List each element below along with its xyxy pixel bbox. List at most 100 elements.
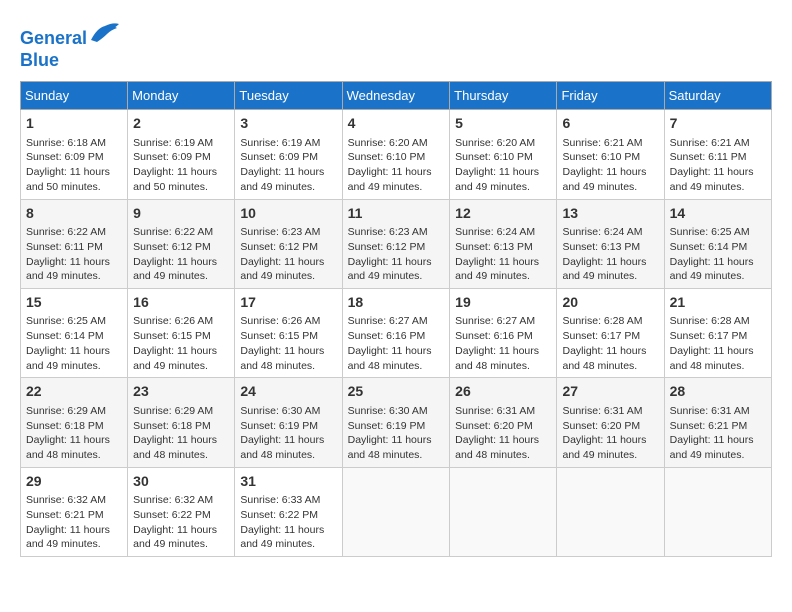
sunrise-text: Sunrise: 6:33 AM bbox=[240, 494, 320, 506]
sunrise-text: Sunrise: 6:20 AM bbox=[455, 137, 535, 149]
calendar-cell: 3Sunrise: 6:19 AMSunset: 6:09 PMDaylight… bbox=[235, 110, 342, 199]
sunset-text: Sunset: 6:21 PM bbox=[670, 420, 748, 432]
header: General Blue bbox=[20, 20, 772, 71]
calendar-cell: 8Sunrise: 6:22 AMSunset: 6:11 PMDaylight… bbox=[21, 199, 128, 288]
sunrise-text: Sunrise: 6:22 AM bbox=[26, 226, 106, 238]
daylight-text: Daylight: 11 hours and 48 minutes. bbox=[455, 345, 539, 372]
daylight-text: Daylight: 11 hours and 48 minutes. bbox=[562, 345, 646, 372]
sunset-text: Sunset: 6:19 PM bbox=[240, 420, 318, 432]
daylight-text: Daylight: 11 hours and 49 minutes. bbox=[455, 256, 539, 283]
sunrise-text: Sunrise: 6:24 AM bbox=[562, 226, 642, 238]
calendar-cell: 16Sunrise: 6:26 AMSunset: 6:15 PMDayligh… bbox=[128, 288, 235, 377]
day-number: 12 bbox=[455, 204, 551, 224]
sunrise-text: Sunrise: 6:20 AM bbox=[348, 137, 428, 149]
calendar-cell: 11Sunrise: 6:23 AMSunset: 6:12 PMDayligh… bbox=[342, 199, 450, 288]
day-number: 16 bbox=[133, 293, 229, 313]
calendar-cell: 31 Sunrise: 6:33 AM Sunset: 6:22 PM Dayligh… bbox=[235, 467, 342, 556]
daylight-text: Daylight: 11 hours and 49 minutes. bbox=[133, 256, 217, 283]
daylight-text: Daylight: 11 hours and 48 minutes. bbox=[455, 434, 539, 461]
weekday-sunday: Sunday bbox=[21, 82, 128, 110]
sunrise-text: Sunrise: 6:25 AM bbox=[670, 226, 750, 238]
sunrise-text: Sunrise: 6:30 AM bbox=[240, 405, 320, 417]
day-number: 21 bbox=[670, 293, 766, 313]
calendar-cell: 1Sunrise: 6:18 AMSunset: 6:09 PMDaylight… bbox=[21, 110, 128, 199]
calendar-cell: 29Sunrise: 6:32 AMSunset: 6:21 PMDayligh… bbox=[21, 467, 128, 556]
day-number: 28 bbox=[670, 382, 766, 402]
sunset-text: Sunset: 6:14 PM bbox=[26, 330, 104, 342]
calendar-cell: 22Sunrise: 6:29 AMSunset: 6:18 PMDayligh… bbox=[21, 378, 128, 467]
sunset-text: Sunset: 6:22 PM bbox=[240, 509, 318, 521]
sunset-text: Sunset: 6:14 PM bbox=[670, 241, 748, 253]
sunset-text: Sunset: 6:20 PM bbox=[455, 420, 533, 432]
day-number: 31 bbox=[240, 472, 336, 492]
calendar-cell: 27Sunrise: 6:31 AMSunset: 6:20 PMDayligh… bbox=[557, 378, 664, 467]
weekday-saturday: Saturday bbox=[664, 82, 771, 110]
sunrise-text: Sunrise: 6:23 AM bbox=[240, 226, 320, 238]
calendar-cell: 24Sunrise: 6:30 AMSunset: 6:19 PMDayligh… bbox=[235, 378, 342, 467]
daylight-text: Daylight: 11 hours and 49 minutes. bbox=[240, 256, 324, 283]
sunrise-text: Sunrise: 6:31 AM bbox=[455, 405, 535, 417]
week-row-5: 29Sunrise: 6:32 AMSunset: 6:21 PMDayligh… bbox=[21, 467, 772, 556]
day-number: 11 bbox=[348, 204, 445, 224]
sunrise-text: Sunrise: 6:31 AM bbox=[670, 405, 750, 417]
daylight-text: Daylight: 11 hours and 49 minutes. bbox=[562, 434, 646, 461]
sunset-text: Sunset: 6:13 PM bbox=[455, 241, 533, 253]
page-container: General Blue SundayMondayTuesdayWednesda… bbox=[20, 20, 772, 557]
sunset-text: Sunset: 6:18 PM bbox=[26, 420, 104, 432]
daylight-text: Daylight: 11 hours and 49 minutes. bbox=[670, 256, 754, 283]
sunrise-text: Sunrise: 6:25 AM bbox=[26, 315, 106, 327]
calendar-cell bbox=[342, 467, 450, 556]
day-number: 3 bbox=[240, 114, 336, 134]
week-row-1: 1Sunrise: 6:18 AMSunset: 6:09 PMDaylight… bbox=[21, 110, 772, 199]
sunrise-text: Sunrise: 6:23 AM bbox=[348, 226, 428, 238]
sunrise-text: Sunrise: 6:21 AM bbox=[670, 137, 750, 149]
sunset-text: Sunset: 6:10 PM bbox=[348, 151, 426, 163]
sunset-text: Sunset: 6:10 PM bbox=[562, 151, 640, 163]
daylight-text: Daylight: 11 hours and 49 minutes. bbox=[562, 166, 646, 193]
sunset-text: Sunset: 6:09 PM bbox=[133, 151, 211, 163]
weekday-tuesday: Tuesday bbox=[235, 82, 342, 110]
day-number: 29 bbox=[26, 472, 122, 492]
day-number: 6 bbox=[562, 114, 658, 134]
sunrise-text: Sunrise: 6:19 AM bbox=[133, 137, 213, 149]
week-row-2: 8Sunrise: 6:22 AMSunset: 6:11 PMDaylight… bbox=[21, 199, 772, 288]
day-number: 7 bbox=[670, 114, 766, 134]
sunrise-text: Sunrise: 6:29 AM bbox=[133, 405, 213, 417]
daylight-text: Daylight: 11 hours and 49 minutes. bbox=[240, 524, 324, 551]
sunrise-text: Sunrise: 6:31 AM bbox=[562, 405, 642, 417]
sunset-text: Sunset: 6:13 PM bbox=[562, 241, 640, 253]
sunset-text: Sunset: 6:12 PM bbox=[240, 241, 318, 253]
sunset-text: Sunset: 6:18 PM bbox=[133, 420, 211, 432]
daylight-text: Daylight: 11 hours and 50 minutes. bbox=[26, 166, 110, 193]
calendar-cell bbox=[664, 467, 771, 556]
day-number: 20 bbox=[562, 293, 658, 313]
sunrise-text: Sunrise: 6:30 AM bbox=[348, 405, 428, 417]
day-number: 14 bbox=[670, 204, 766, 224]
sunrise-text: Sunrise: 6:26 AM bbox=[240, 315, 320, 327]
sunset-text: Sunset: 6:20 PM bbox=[562, 420, 640, 432]
sunset-text: Sunset: 6:16 PM bbox=[455, 330, 533, 342]
calendar-cell: 25Sunrise: 6:30 AMSunset: 6:19 PMDayligh… bbox=[342, 378, 450, 467]
calendar-cell: 10Sunrise: 6:23 AMSunset: 6:12 PMDayligh… bbox=[235, 199, 342, 288]
calendar-cell: 4Sunrise: 6:20 AMSunset: 6:10 PMDaylight… bbox=[342, 110, 450, 199]
day-number: 25 bbox=[348, 382, 445, 402]
calendar-cell: 18Sunrise: 6:27 AMSunset: 6:16 PMDayligh… bbox=[342, 288, 450, 377]
day-number: 23 bbox=[133, 382, 229, 402]
weekday-wednesday: Wednesday bbox=[342, 82, 450, 110]
sunrise-text: Sunrise: 6:22 AM bbox=[133, 226, 213, 238]
calendar-cell: 9Sunrise: 6:22 AMSunset: 6:12 PMDaylight… bbox=[128, 199, 235, 288]
sunrise-text: Sunrise: 6:32 AM bbox=[26, 494, 106, 506]
sunset-text: Sunset: 6:12 PM bbox=[348, 241, 426, 253]
day-number: 22 bbox=[26, 382, 122, 402]
sunset-text: Sunset: 6:11 PM bbox=[26, 241, 103, 253]
sunset-text: Sunset: 6:11 PM bbox=[670, 151, 747, 163]
daylight-text: Daylight: 11 hours and 48 minutes. bbox=[670, 345, 754, 372]
sunset-text: Sunset: 6:12 PM bbox=[133, 241, 211, 253]
calendar-cell bbox=[450, 467, 557, 556]
sunrise-text: Sunrise: 6:29 AM bbox=[26, 405, 106, 417]
daylight-text: Daylight: 11 hours and 49 minutes. bbox=[348, 166, 432, 193]
sunset-text: Sunset: 6:09 PM bbox=[26, 151, 104, 163]
week-row-4: 22 Sunrise: 6:29 AM Sunset: 6:18 PM Dayligh… bbox=[21, 378, 772, 467]
day-number: 30 bbox=[133, 472, 229, 492]
calendar-cell: 28Sunrise: 6:31 AMSunset: 6:21 PMDayligh… bbox=[664, 378, 771, 467]
